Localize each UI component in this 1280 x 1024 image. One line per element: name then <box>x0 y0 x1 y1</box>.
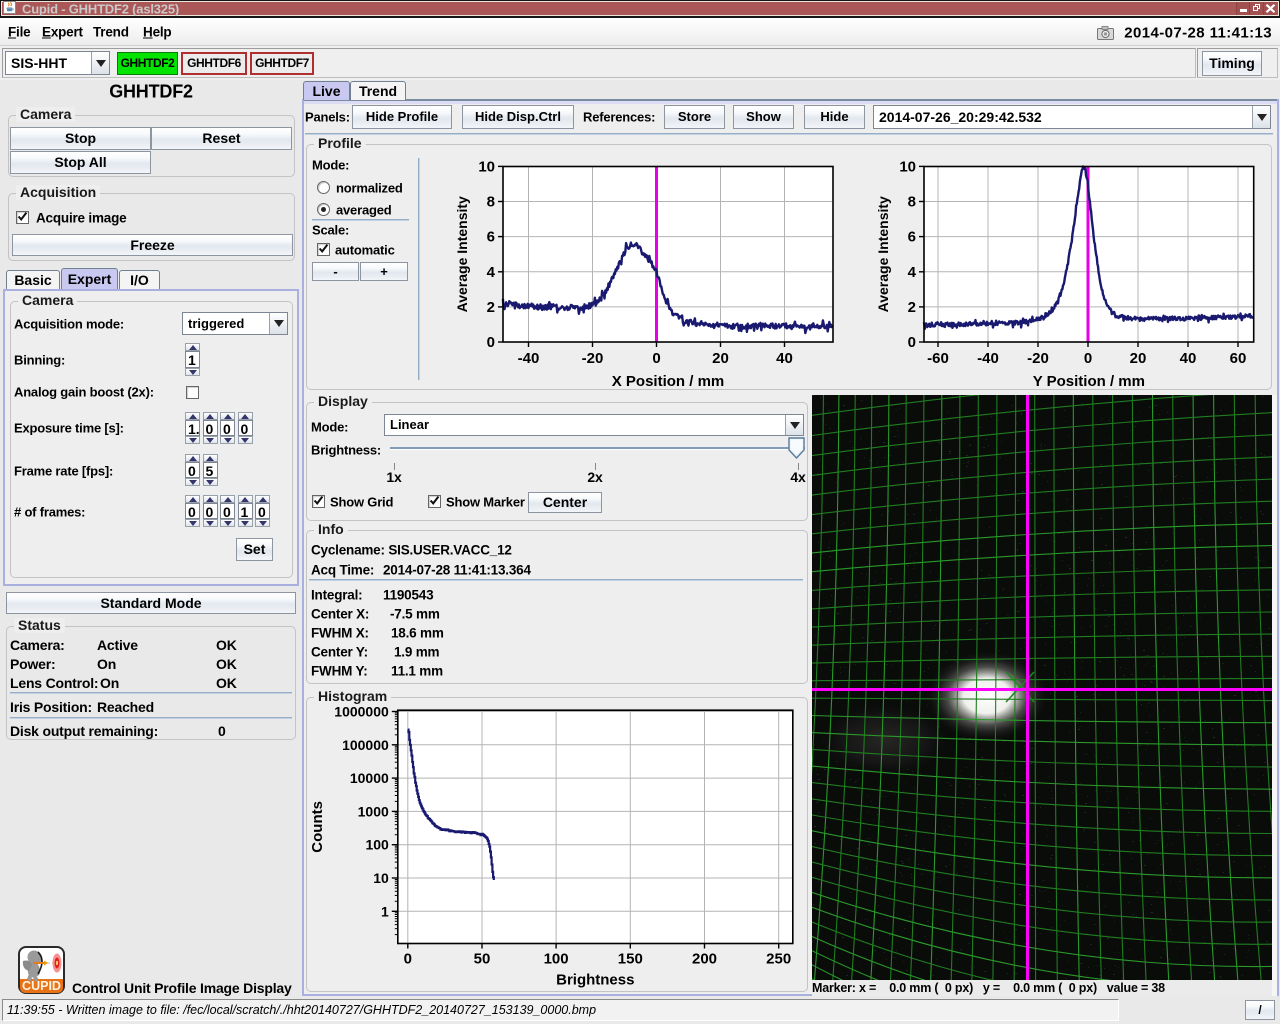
svg-text:10000: 10000 <box>350 770 389 786</box>
svg-text:60: 60 <box>1230 350 1247 367</box>
svg-text:0: 0 <box>908 334 916 351</box>
svg-text:-60: -60 <box>927 350 949 367</box>
svg-text:50: 50 <box>474 951 491 968</box>
svg-text:2: 2 <box>487 299 495 316</box>
svg-text:10: 10 <box>373 870 389 886</box>
svg-text:150: 150 <box>618 951 643 968</box>
svg-text:10: 10 <box>899 158 916 175</box>
svg-text:4: 4 <box>908 264 917 281</box>
svg-text:1000000: 1000000 <box>334 704 389 720</box>
svg-text:Y Position / mm: Y Position / mm <box>1033 373 1145 390</box>
svg-text:-20: -20 <box>1027 350 1049 367</box>
svg-text:Counts: Counts <box>309 801 326 853</box>
svg-text:200: 200 <box>692 951 717 968</box>
svg-text:6: 6 <box>487 229 495 246</box>
svg-text:1000: 1000 <box>358 803 389 819</box>
svg-text:Average Intensity: Average Intensity <box>454 196 470 312</box>
svg-text:-20: -20 <box>582 350 604 367</box>
svg-text:40: 40 <box>776 350 793 367</box>
svg-text:-40: -40 <box>977 350 999 367</box>
svg-text:0: 0 <box>487 334 495 351</box>
svg-text:Average Intensity: Average Intensity <box>875 196 891 312</box>
svg-text:Brightness: Brightness <box>556 972 634 989</box>
svg-text:0: 0 <box>404 951 412 968</box>
svg-text:8: 8 <box>908 194 916 211</box>
svg-text:8: 8 <box>487 194 495 211</box>
svg-text:40: 40 <box>1180 350 1197 367</box>
svg-text:100: 100 <box>365 837 389 853</box>
svg-text:20: 20 <box>712 350 729 367</box>
svg-text:1: 1 <box>381 903 389 919</box>
svg-text:20: 20 <box>1130 350 1147 367</box>
svg-text:6: 6 <box>908 229 916 246</box>
svg-text:2: 2 <box>908 299 916 316</box>
svg-text:0: 0 <box>1084 350 1092 367</box>
svg-text:X Position / mm: X Position / mm <box>612 373 725 390</box>
svg-text:100: 100 <box>544 951 569 968</box>
svg-text:100000: 100000 <box>342 737 389 753</box>
svg-text:-40: -40 <box>518 350 540 367</box>
svg-text:0: 0 <box>652 350 660 367</box>
svg-text:CUPID: CUPID <box>22 979 61 993</box>
svg-text:250: 250 <box>766 951 791 968</box>
svg-text:10: 10 <box>478 158 495 175</box>
svg-text:4: 4 <box>487 264 496 281</box>
